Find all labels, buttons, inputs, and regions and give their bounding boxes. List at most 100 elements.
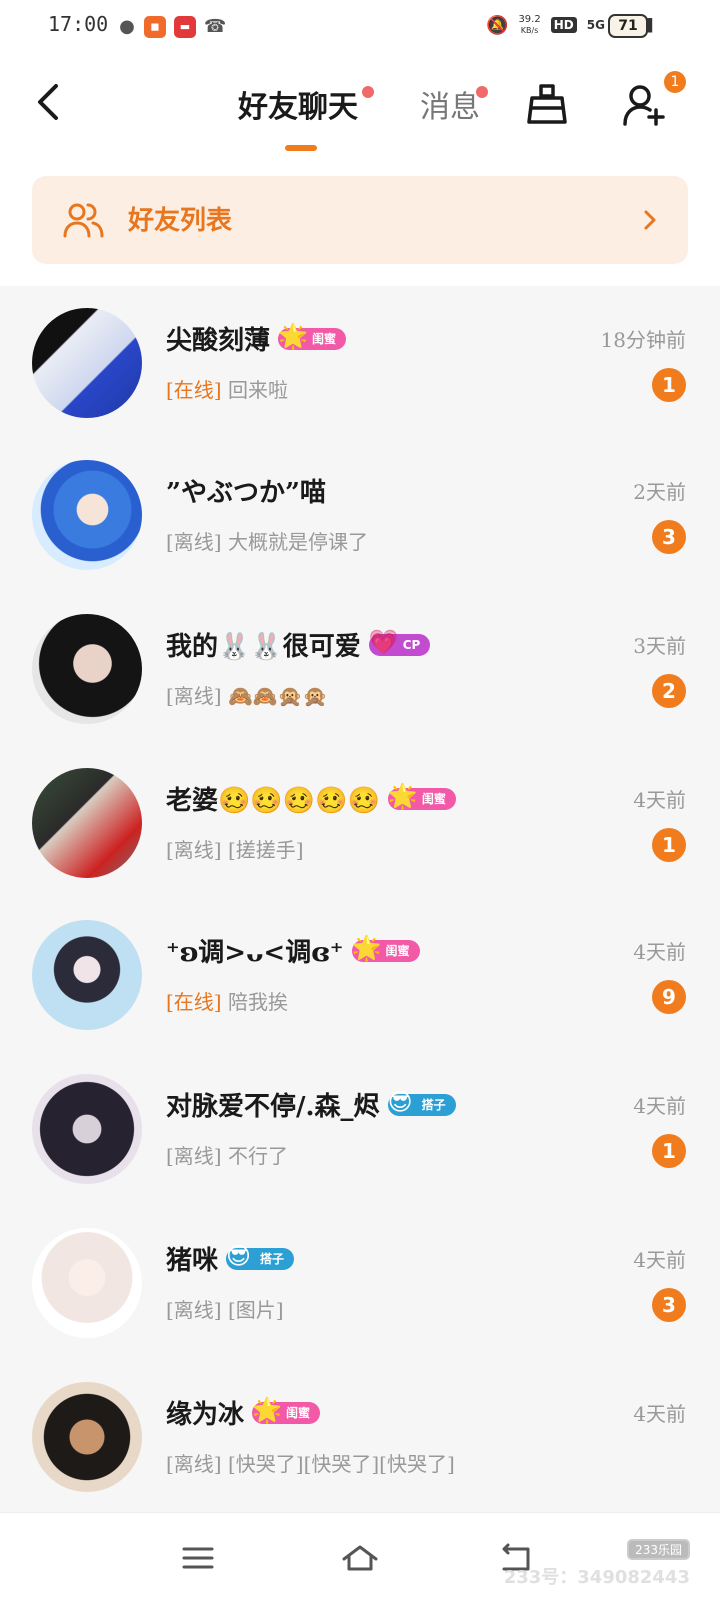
last-message: 回来啦	[227, 378, 288, 402]
avatar	[32, 1228, 142, 1338]
star-icon: 🌟	[278, 321, 308, 350]
net-speed-value: 39.2	[518, 14, 541, 25]
watermark-logo: 233乐园	[627, 1539, 690, 1560]
unread-badge: 1	[652, 368, 686, 402]
chat-preview: [在线] 回来啦	[166, 374, 288, 403]
last-message: [搓搓手]	[227, 838, 304, 862]
chat-name-line: ”やぶつか”喵	[166, 472, 326, 509]
chat-name: 尖酸刻薄	[166, 326, 271, 356]
cool-emoji-icon: 😎	[226, 1241, 252, 1270]
chat-time: 18分钟前	[600, 328, 686, 352]
last-message: 🙈🙈🙊🙊	[227, 684, 328, 708]
avatar	[32, 308, 142, 418]
chat-preview: [离线] 不行了	[166, 1140, 288, 1169]
cool-emoji-icon: 😎	[387, 1087, 413, 1116]
unread-badge: 3	[652, 520, 686, 554]
relation-tag: 🌟 闺蜜	[252, 1396, 321, 1424]
active-tab-indicator	[285, 145, 317, 151]
relation-tag: 🌟 闺蜜	[351, 934, 420, 962]
relation-tag-label: 搭子	[421, 1098, 446, 1112]
add-friend-icon[interactable]	[622, 82, 668, 128]
avatar	[32, 614, 142, 724]
offline-status: [离线]	[166, 1298, 222, 1322]
offline-status: [离线]	[166, 1452, 222, 1476]
last-message: 不行了	[227, 1144, 288, 1168]
battery-icon: 71	[608, 14, 648, 38]
tab-messages-dot	[476, 86, 488, 98]
chat-preview: [离线] [快哭了][快哭了][快哭了]	[166, 1448, 455, 1477]
chat-row[interactable]: 对脉爱不停/.森_烬 😎 搭子 4天前 [离线] 不行了 1	[0, 1062, 720, 1218]
avatar	[32, 1074, 142, 1184]
avatar	[32, 1382, 142, 1492]
net-speed-unit: KB/s	[520, 26, 539, 35]
chat-preview: [离线] 🙈🙈🙊🙊	[166, 680, 328, 709]
chat-preview: [在线] 陪我挨	[166, 986, 288, 1015]
chat-name-line: 猪咪 😎 搭子	[166, 1240, 295, 1277]
chat-row[interactable]: 尖酸刻薄 🌟 闺蜜 18分钟前 [在线] 回来啦 1	[0, 296, 720, 452]
chat-preview: [离线] [图片]	[166, 1294, 284, 1323]
unread-badge: 1	[652, 1134, 686, 1168]
friend-list-button[interactable]: 好友列表	[32, 176, 688, 264]
relation-tag-label: 闺蜜	[312, 332, 337, 346]
chat-time: 4天前	[633, 1094, 686, 1118]
tab-messages[interactable]: 消息	[420, 82, 480, 126]
offline-status: [离线]	[166, 530, 222, 554]
relation-tag-label: CP	[402, 637, 421, 652]
status-bar: 17:00 ● ◼ ▬ ☎ 🔕 39.2 KB/s HD 5G ▂▃▅▇ 71	[0, 0, 720, 56]
tab-friends-chat[interactable]: 好友聊天	[238, 82, 358, 126]
chat-preview: [离线] [搓搓手]	[166, 834, 304, 863]
chat-name: 猪咪	[166, 1246, 219, 1276]
relation-tag: 😎 搭子	[387, 1088, 456, 1116]
home-icon[interactable]	[340, 1541, 380, 1575]
chat-row[interactable]: 猪咪 😎 搭子 4天前 [离线] [图片] 3	[0, 1216, 720, 1372]
online-status: [在线]	[166, 378, 222, 402]
back-arrow-icon[interactable]	[30, 80, 70, 124]
signal-5g-icon: 5G	[586, 18, 605, 32]
chat-row[interactable]: ”やぶつか”喵 2天前 [离线] 大概就是停课了 3	[0, 448, 720, 604]
star-icon: 🌟	[387, 781, 418, 810]
chat-row[interactable]: 缘为冰 🌟 闺蜜 4天前 [离线] [快哭了][快哭了][快哭了]	[0, 1370, 720, 1526]
chat-name-line: 我的🐰🐰很可爱 💗 CP	[166, 626, 431, 663]
chat-time: 4天前	[633, 940, 686, 964]
chat-time: 4天前	[633, 1402, 686, 1426]
friends-group-icon	[63, 203, 104, 238]
heart-wings-icon: 💗	[368, 627, 399, 656]
last-message: [快哭了][快哭了][快哭了]	[227, 1452, 455, 1476]
chat-name: 老婆🥴🥴🥴🥴🥴	[166, 786, 380, 816]
tab-friends-chat-dot	[362, 86, 374, 98]
last-message: 陪我挨	[227, 990, 288, 1014]
chat-row[interactable]: 老婆🥴🥴🥴🥴🥴 🌟 闺蜜 4天前 [离线] [搓搓手] 1	[0, 756, 720, 912]
online-status: [在线]	[166, 990, 222, 1014]
clean-broom-icon[interactable]	[524, 82, 570, 128]
avatar	[32, 920, 142, 1030]
chat-name-line: 尖酸刻薄 🌟 闺蜜	[166, 320, 347, 357]
unread-badge: 3	[652, 1288, 686, 1322]
chat-name: 缘为冰	[166, 1400, 245, 1430]
chat-name: ⁺ʚ调>ᴗ<调ɞ⁺	[166, 938, 344, 968]
missed-call-icon: ☎	[204, 16, 227, 37]
chat-list: 尖酸刻薄 🌟 闺蜜 18分钟前 [在线] 回来啦 1 ”やぶつか”喵 2天前 [离…	[0, 296, 720, 1512]
chat-time: 2天前	[633, 480, 686, 504]
chat-time: 4天前	[633, 1248, 686, 1272]
watermark-text: 233号：349082443	[503, 1567, 690, 1588]
star-icon: 🌟	[351, 933, 382, 962]
unread-badge: 2	[652, 674, 686, 708]
top-header: 好友聊天 消息 1	[0, 56, 720, 160]
status-time: 17:00	[48, 12, 109, 36]
chat-row[interactable]: 我的🐰🐰很可爱 💗 CP 3天前 [离线] 🙈🙈🙊🙊 2	[0, 602, 720, 758]
relation-tag: 🌟 闺蜜	[278, 322, 347, 350]
app-notification-icon: ▬	[174, 16, 196, 38]
offline-status: [离线]	[166, 838, 222, 862]
avatar	[32, 768, 142, 878]
relation-tag-label: 搭子	[260, 1252, 285, 1266]
chat-row[interactable]: ⁺ʚ调>ᴗ<调ɞ⁺ 🌟 闺蜜 4天前 [在线] 陪我挨 9	[0, 908, 720, 1064]
mute-icon: 🔕	[486, 14, 509, 36]
offline-status: [离线]	[166, 684, 222, 708]
chat-name-line: ⁺ʚ调>ᴗ<调ɞ⁺ 🌟 闺蜜	[166, 932, 420, 969]
chat-time: 3天前	[633, 634, 686, 658]
hd-icon: HD	[550, 17, 577, 33]
net-speed: 39.2 KB/s	[518, 14, 540, 36]
chat-name-line: 对脉爱不停/.森_烬 😎 搭子	[166, 1086, 456, 1123]
menu-icon[interactable]	[178, 1541, 218, 1575]
last-message: 大概就是停课了	[227, 530, 368, 554]
